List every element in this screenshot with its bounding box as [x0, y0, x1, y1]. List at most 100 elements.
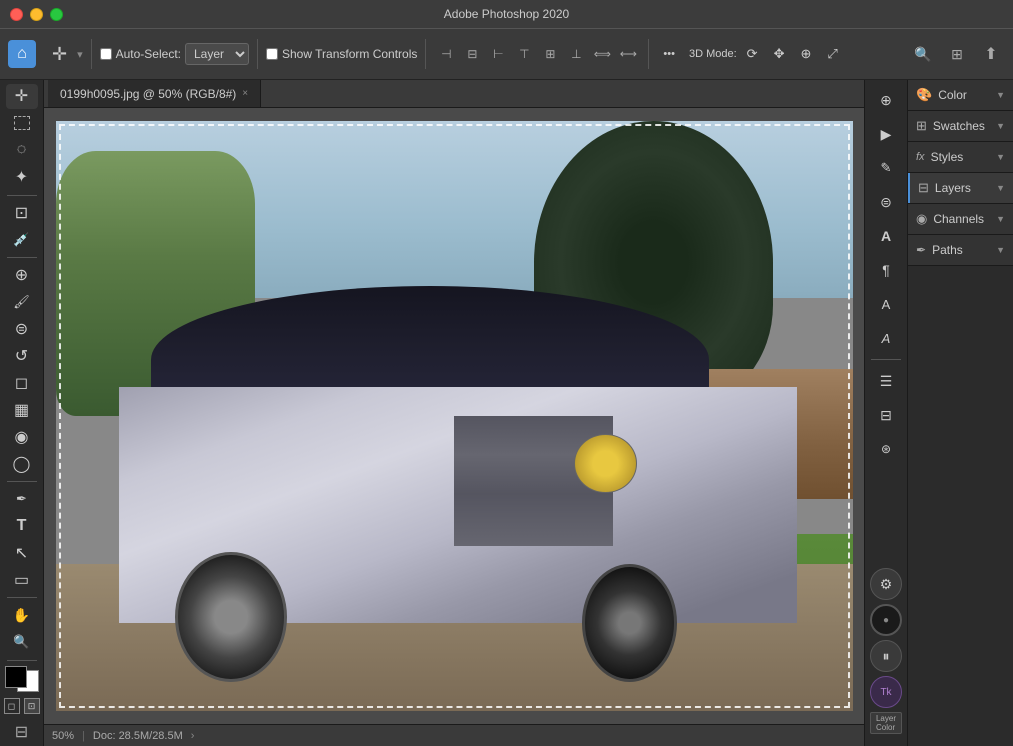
auto-select-dropdown[interactable]: Layer Group	[185, 43, 249, 65]
status-arrow[interactable]: ›	[191, 730, 195, 742]
styles-panel-header[interactable]: fx Styles ▼	[908, 142, 1013, 172]
tool-sep-4	[7, 597, 37, 598]
lasso-tool[interactable]: ◌	[6, 138, 38, 163]
properties-btn[interactable]: ☰	[870, 365, 902, 397]
text-right-btn[interactable]: A	[870, 220, 902, 252]
healing-tool[interactable]: ⊕	[6, 263, 38, 288]
close-button[interactable]	[10, 8, 23, 21]
more-options-btn[interactable]: •••	[657, 44, 681, 64]
channels-panel-header[interactable]: ◉ Channels ▼	[908, 204, 1013, 234]
styles-collapse-arrow: ▼	[996, 152, 1005, 162]
3d-rotate-btn[interactable]: ⟳	[741, 42, 764, 66]
path-select-tool[interactable]: ↖	[6, 541, 38, 566]
maximize-button[interactable]	[50, 8, 63, 21]
canvas-image[interactable]	[56, 121, 853, 711]
canvas-wrapper	[44, 108, 864, 724]
foreground-color-swatch[interactable]	[5, 666, 27, 688]
paragraph-btn[interactable]: ¶	[870, 254, 902, 286]
3d-zoom-btn[interactable]: ⊕	[794, 42, 817, 66]
circle-dot-btn[interactable]: ●	[870, 604, 902, 636]
auto-select-checkbox[interactable]	[100, 48, 112, 60]
home-button[interactable]: ⌂	[8, 40, 36, 68]
document-tab[interactable]: 0199h0095.jpg @ 50% (RGB/8#) ×	[48, 80, 261, 107]
brush-right-btn[interactable]: ✎	[870, 152, 902, 184]
clone-right-btn[interactable]: ⊜	[870, 186, 902, 218]
distribute-h-btn[interactable]: ⟺	[590, 42, 614, 66]
brush-icon: 🖌	[13, 294, 30, 310]
align-left-btn[interactable]: ⊣	[434, 42, 458, 66]
3d-mode-label: 3D Mode:	[689, 48, 737, 60]
paths-panel-label: Paths	[932, 243, 963, 257]
brush-tool[interactable]: 🖌	[6, 290, 38, 315]
channels-panel-section: ◉ Channels ▼	[908, 204, 1013, 235]
marquee-tool[interactable]	[6, 111, 38, 136]
toolbar-sep-2	[257, 39, 258, 69]
blur-tool[interactable]: ◉	[6, 424, 38, 449]
pause-btn[interactable]: ⏸	[870, 640, 902, 672]
magic-wand-tool[interactable]: ✦	[6, 165, 38, 190]
gradient-tool[interactable]: ▦	[6, 397, 38, 422]
brush-settings-btn[interactable]: ⊕	[870, 84, 902, 116]
history-brush-tool[interactable]: ↺	[6, 344, 38, 369]
dodge-tool[interactable]: ◯	[6, 451, 38, 476]
styles-panel-label: Styles	[931, 150, 964, 164]
tab-close-btn[interactable]: ×	[242, 88, 248, 99]
zoom-tool[interactable]: 🔍	[6, 630, 38, 655]
eyedropper-tool[interactable]: 💉	[6, 227, 38, 252]
share-btn[interactable]: ⬆	[977, 40, 1005, 68]
tool-sep-2	[7, 257, 37, 258]
transform-controls-label[interactable]: Show Transform Controls	[266, 47, 417, 61]
layer-panel-btn[interactable]: LayerColor	[870, 712, 902, 734]
magic-wand-icon: ✦	[15, 167, 28, 187]
3d-right-btn[interactable]: ⊛	[870, 433, 902, 465]
hand-tool[interactable]: ✋	[6, 603, 38, 628]
minimize-button[interactable]	[30, 8, 43, 21]
clone-icon: ⊜	[15, 319, 28, 339]
auto-select-label[interactable]: Auto-Select:	[100, 47, 181, 61]
tk-icon: Tk	[880, 687, 891, 698]
clone-tool[interactable]: ⊜	[6, 317, 38, 342]
move-tool-btn[interactable]: ✛	[46, 40, 73, 69]
align-top-btn[interactable]: ⊤	[512, 42, 536, 66]
rear-wheel	[582, 564, 678, 682]
paths-panel-header[interactable]: ✒ Paths ▼	[908, 235, 1013, 265]
tk-btn[interactable]: Tk	[870, 676, 902, 708]
3d-more-btn[interactable]: ⤢	[821, 42, 843, 66]
history-right-btn[interactable]: ⊟	[870, 399, 902, 431]
swatches-panel-header[interactable]: ⊞ Swatches ▼	[908, 111, 1013, 141]
layers-panel-header[interactable]: ⊟ Layers ▼	[908, 173, 1013, 203]
align-center-h-btn[interactable]: ⊟	[460, 42, 484, 66]
edit-mode-btn[interactable]: ◻	[4, 698, 20, 714]
text-tool[interactable]: T	[6, 514, 38, 539]
3d-pan-btn[interactable]: ✥	[768, 42, 791, 66]
workspace-btn[interactable]: ⊞	[943, 40, 971, 68]
search-btn[interactable]: 🔍	[909, 40, 937, 68]
type-style-btn[interactable]: A	[870, 322, 902, 354]
transform-controls-checkbox[interactable]	[266, 48, 278, 60]
eraser-icon: ◻	[15, 373, 28, 393]
settings-circle-btn[interactable]: ⚙	[870, 568, 902, 600]
pen-tool[interactable]: ✒	[6, 487, 38, 512]
move-tool[interactable]: ✛	[6, 84, 38, 109]
play-btn[interactable]: ▶	[870, 118, 902, 150]
color-panel-label: Color	[938, 88, 967, 102]
foreground-background-colors	[5, 666, 39, 692]
pause-icon: ⏸	[883, 648, 890, 665]
window-controls[interactable]	[10, 8, 63, 21]
align-bottom-btn[interactable]: ⊥	[564, 42, 588, 66]
quick-mask-btn[interactable]: ⊡	[24, 698, 40, 714]
screen-mode-icon: ⊟	[15, 724, 28, 741]
type-warp-btn[interactable]: A	[870, 288, 902, 320]
layers-panel-label: Layers	[935, 181, 971, 195]
align-right-btn[interactable]: ⊢	[486, 42, 510, 66]
screen-mode-btn[interactable]: ⊟	[15, 722, 28, 742]
align-center-v-btn[interactable]: ⊞	[538, 42, 562, 66]
shapes-tool[interactable]: ▭	[6, 567, 38, 592]
history-brush-icon: ↺	[15, 346, 28, 366]
distribute-v-btn[interactable]: ⟷	[616, 42, 640, 66]
color-panel-header[interactable]: 🎨 Color ▼	[908, 80, 1013, 110]
eraser-tool[interactable]: ◻	[6, 370, 38, 395]
align-buttons: ⊣ ⊟ ⊢ ⊤ ⊞ ⊥ ⟺ ⟷	[434, 42, 640, 66]
crop-tool[interactable]: ⊡	[6, 200, 38, 225]
properties-icon: ☰	[880, 373, 893, 390]
